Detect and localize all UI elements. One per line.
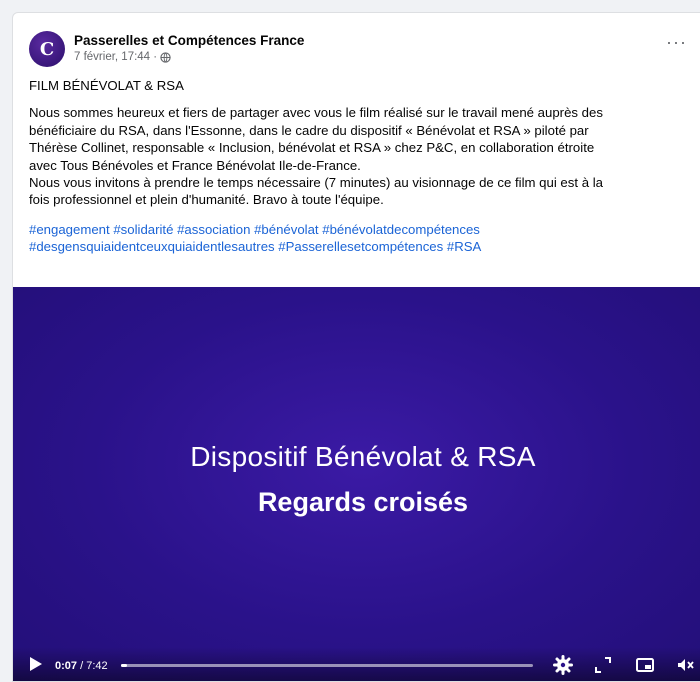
video-title-line-2: Regards croisés	[257, 487, 469, 517]
video-title-line-1: Dispositif Bénévolat & RSA	[190, 441, 536, 472]
post-paragraph: Nous sommes heureux et fiers de partager…	[29, 104, 697, 208]
avatar[interactable]: C	[29, 31, 65, 67]
paragraph-line: bénéficiaire du RSA, dans l'Essonne, dan…	[29, 122, 589, 138]
paragraph-line: avec Tous Bénévoles et France Bénévolat …	[29, 157, 361, 173]
post-timestamp[interactable]: 7 février, 17:44 ·	[74, 50, 157, 65]
current-time: 0:07	[55, 660, 78, 672]
post-body: FILM BÉNÉVOLAT & RSA Nous sommes heureux…	[29, 77, 697, 256]
more-icon[interactable]: ···	[666, 33, 687, 51]
video-time: 0:07 / 7:42	[55, 660, 108, 672]
post-card: C Passerelles et Compétences France 7 fé…	[12, 12, 700, 682]
post-meta: Passerelles et Compétences France 7 févr…	[74, 33, 304, 65]
miniplayer-icon[interactable]	[635, 655, 655, 675]
avatar-letter: C	[39, 38, 55, 60]
hashtag-line[interactable]: #desgensquiaidentceuxquiaidentlesautres …	[29, 238, 697, 255]
post-header: C Passerelles et Compétences France 7 fé…	[29, 29, 304, 69]
hashtags: #engagement #solidarité #association #bé…	[29, 221, 697, 256]
paragraph-line: fois professionnel et plein d'humanité. …	[29, 192, 384, 208]
progress-bar[interactable]	[121, 664, 533, 667]
progress-fill	[121, 664, 128, 667]
video-controls: 0:07 / 7:42	[13, 647, 700, 681]
hashtag-line[interactable]: #engagement #solidarité #association #bé…	[29, 221, 697, 238]
paragraph-line: Nous sommes heureux et fiers de partager…	[29, 105, 603, 121]
page-name-link[interactable]: Passerelles et Compétences France	[74, 33, 304, 49]
paragraph-line: Thérèse Collinet, responsable « Inclusio…	[29, 140, 595, 156]
globe-icon	[160, 52, 171, 63]
video-player[interactable]: Dispositif Bénévolat & RSA Regards crois…	[13, 287, 700, 681]
duration: / 7:42	[77, 660, 108, 672]
post-date-row: 7 février, 17:44 ·	[74, 50, 304, 65]
post-title: FILM BÉNÉVOLAT & RSA	[29, 78, 184, 93]
settings-icon[interactable]	[553, 655, 573, 675]
expand-icon[interactable]	[593, 655, 613, 675]
volume-icon[interactable]	[675, 655, 695, 675]
play-icon[interactable]	[29, 656, 43, 672]
paragraph-line: Nous vous invitons à prendre le temps né…	[29, 175, 603, 191]
